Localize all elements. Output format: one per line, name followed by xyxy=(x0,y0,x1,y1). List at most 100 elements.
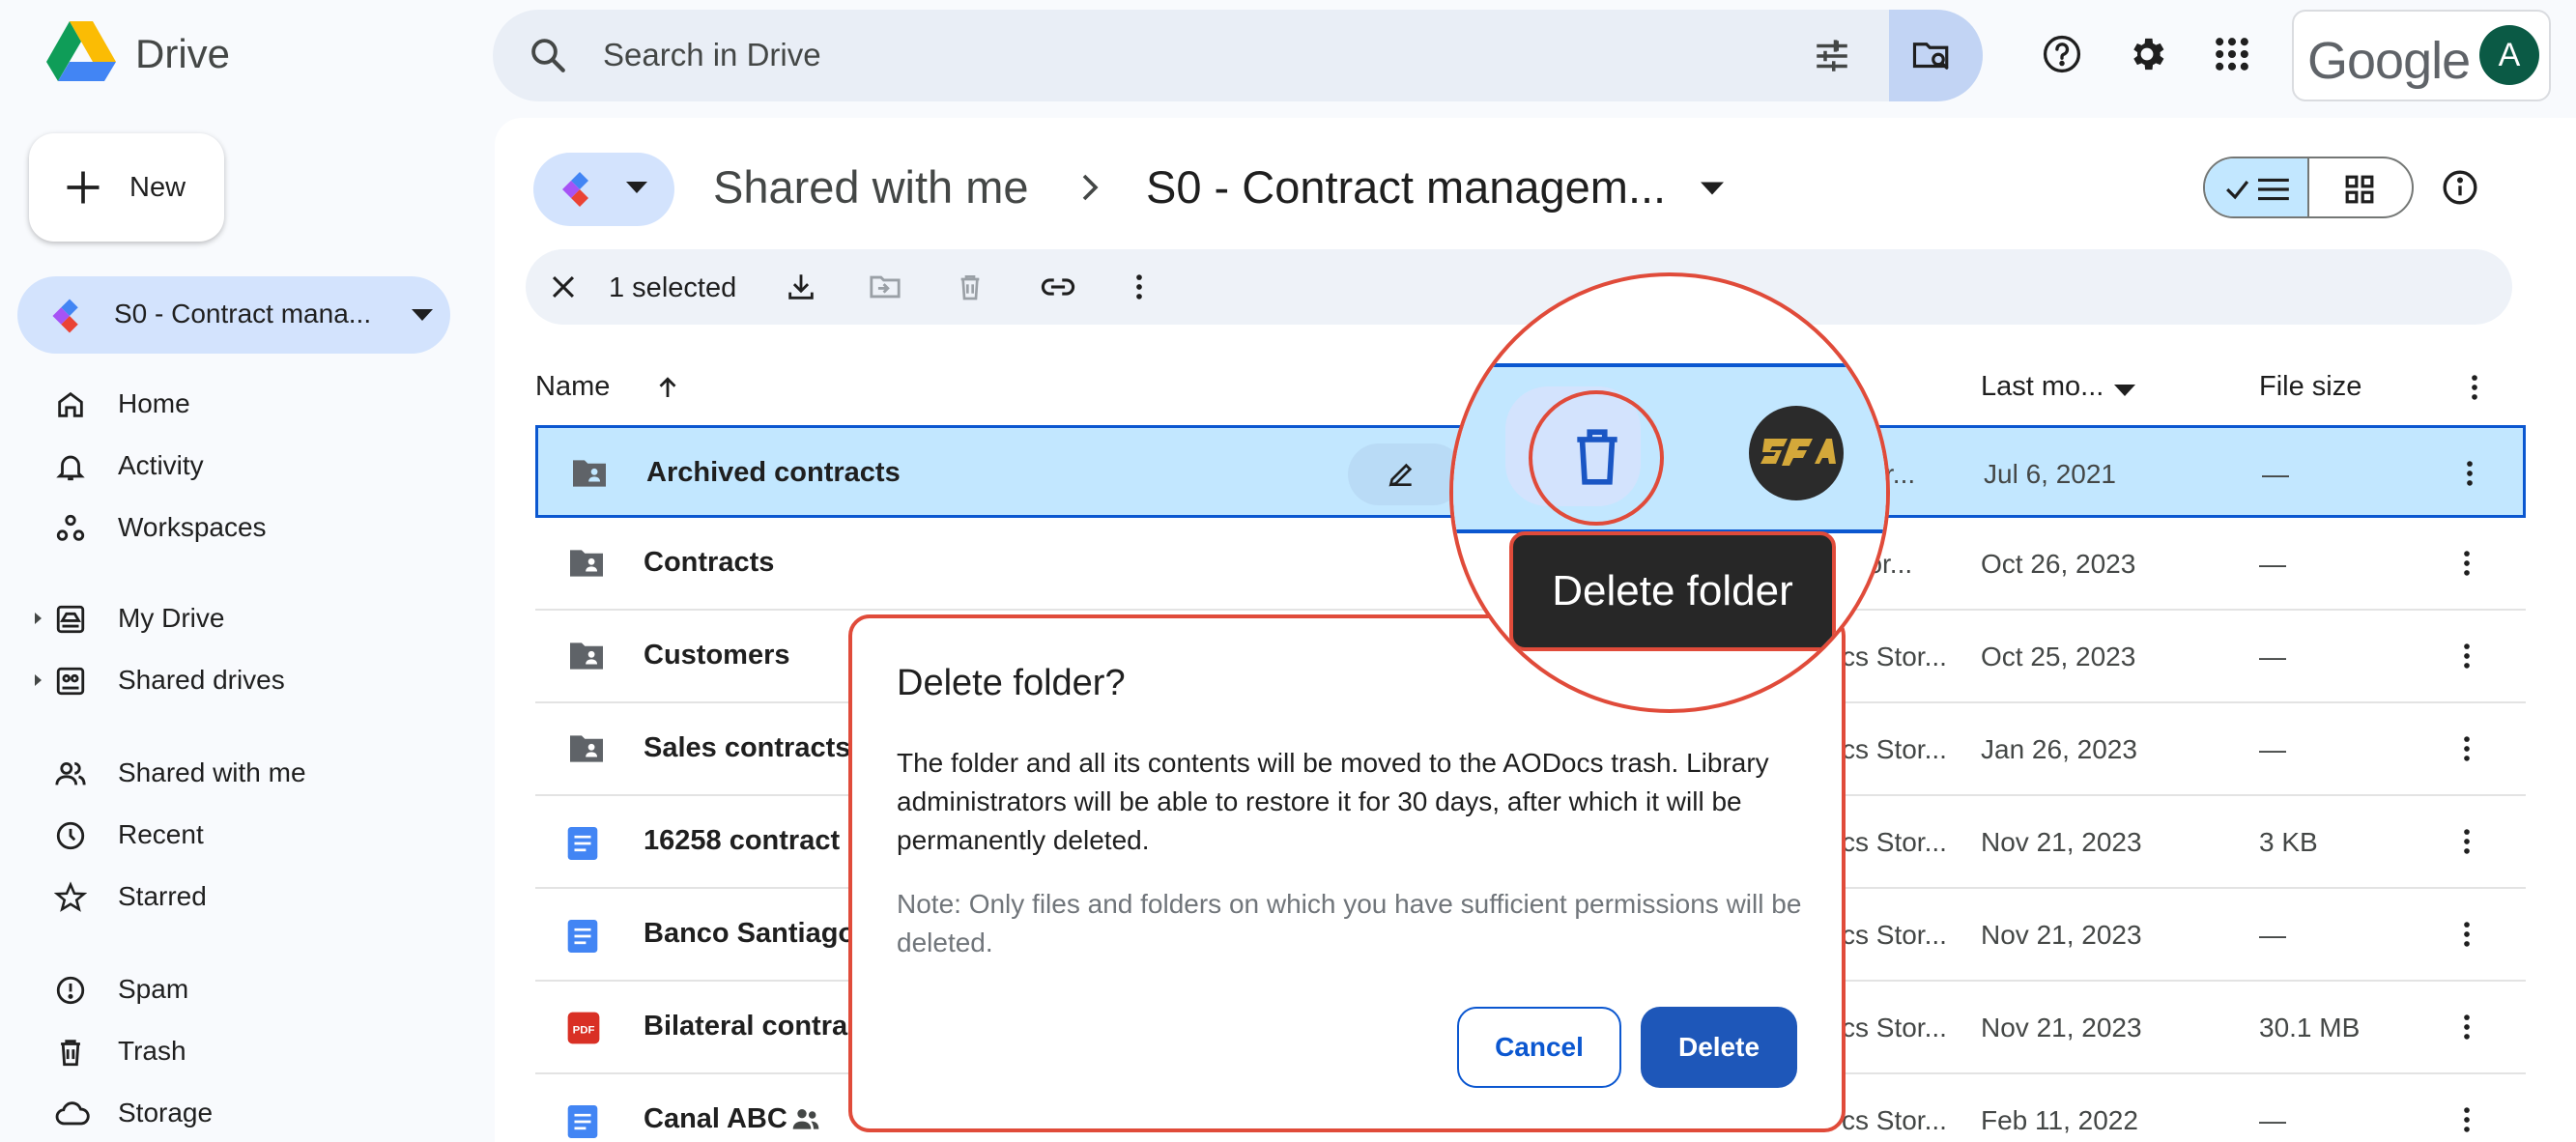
move-to-folder-icon[interactable] xyxy=(868,271,902,303)
search-options-icon[interactable] xyxy=(1812,36,1852,76)
sidebar-item-activity[interactable]: Activity xyxy=(0,435,454,497)
more-vert-icon[interactable] xyxy=(1123,271,1156,303)
apps-grid-icon[interactable] xyxy=(2211,33,2253,75)
column-header-last-modified[interactable]: Last mo... xyxy=(1981,371,2104,403)
gear-icon[interactable] xyxy=(2126,33,2168,75)
sidebar-item-label: Shared drives xyxy=(118,665,285,695)
google-doc-icon xyxy=(567,827,598,860)
modified-date: Oct 26, 2023 xyxy=(1981,549,2136,579)
selection-count: 1 selected xyxy=(609,272,737,303)
library-switcher-button[interactable] xyxy=(533,153,674,226)
sidebar-item-label: Recent xyxy=(118,819,204,849)
link-icon[interactable] xyxy=(1040,271,1076,303)
sidebar-library-selector[interactable]: S0 - Contract mana... xyxy=(17,276,450,354)
file-size: — xyxy=(2259,642,2286,671)
modified-date: Nov 21, 2023 xyxy=(1981,920,2142,950)
chevron-down-icon[interactable] xyxy=(1701,182,1724,195)
cancel-button[interactable]: Cancel xyxy=(1457,1007,1621,1088)
workspaces-icon xyxy=(56,514,85,541)
pdf-icon: PDF xyxy=(567,1012,600,1044)
help-icon[interactable] xyxy=(2041,33,2083,75)
file-size: — xyxy=(2259,1105,2286,1135)
sort-arrow-up-icon[interactable] xyxy=(653,373,682,402)
sidebar-item-label: Trash xyxy=(118,1036,186,1066)
sidebar-item-workspaces[interactable]: Workspaces xyxy=(0,497,454,558)
file-name: 16258 contract xyxy=(644,825,841,856)
info-icon[interactable] xyxy=(2441,168,2479,207)
sidebar-item-home[interactable]: Home xyxy=(0,373,454,435)
more-vert-icon[interactable] xyxy=(2450,547,2483,580)
owner: cs Stor... xyxy=(1842,734,1947,764)
sidebar-item-label: My Drive xyxy=(118,603,225,633)
zoomed-trash-button[interactable] xyxy=(1529,390,1664,526)
more-vert-icon[interactable] xyxy=(2450,732,2483,765)
close-icon[interactable] xyxy=(547,271,580,303)
account-switcher[interactable]: Google A xyxy=(2292,10,2551,101)
modified-date: Nov 21, 2023 xyxy=(1981,827,2142,857)
more-vert-icon[interactable] xyxy=(2450,825,2483,858)
modified-date: Jan 26, 2023 xyxy=(1981,734,2137,764)
dialog-message: The folder and all its contents will be … xyxy=(897,748,1769,855)
app-name: Drive xyxy=(135,31,231,76)
file-size: — xyxy=(2259,549,2286,579)
more-vert-icon[interactable] xyxy=(2450,640,2483,672)
sidebar-item-my-drive[interactable]: My Drive xyxy=(0,587,454,649)
shared-drives-icon xyxy=(56,667,85,696)
download-icon[interactable] xyxy=(785,271,817,303)
modified-date: Jul 6, 2021 xyxy=(1984,459,2116,489)
expand-arrow-icon[interactable] xyxy=(35,613,42,624)
delete-button[interactable]: Delete xyxy=(1641,1007,1797,1088)
search-icon[interactable] xyxy=(528,35,568,75)
sidebar-item-label: Starred xyxy=(118,881,207,911)
view-toggle[interactable] xyxy=(2203,157,2414,218)
owner: cs Stor... xyxy=(1842,1105,1947,1135)
shared-folder-icon xyxy=(573,460,606,487)
spam-icon xyxy=(56,976,85,1005)
trash-icon xyxy=(61,1040,80,1067)
owner: cs Stor... xyxy=(1842,642,1947,671)
more-vert-icon[interactable] xyxy=(2458,371,2491,404)
sidebar-item-trash[interactable]: Trash xyxy=(0,1020,454,1082)
file-size: — xyxy=(2259,734,2286,764)
pencil-icon xyxy=(1388,463,1413,487)
more-vert-icon[interactable] xyxy=(2450,1011,2483,1043)
avatar[interactable]: A xyxy=(2479,25,2539,85)
breadcrumb-parent[interactable]: Shared with me xyxy=(713,160,1029,214)
more-vert-icon[interactable] xyxy=(2450,918,2483,951)
drive-logo-icon[interactable] xyxy=(46,21,116,85)
google-doc-icon xyxy=(567,1105,598,1138)
chevron-down-icon[interactable] xyxy=(2114,385,2135,396)
sidebar-item-recent[interactable]: Recent xyxy=(0,804,454,866)
more-vert-icon[interactable] xyxy=(2453,457,2486,490)
file-name: Archived contracts xyxy=(646,457,901,488)
sidebar-item-label: Activity xyxy=(118,450,204,480)
new-button[interactable]: New xyxy=(29,133,224,242)
rename-button[interactable] xyxy=(1348,443,1464,505)
expand-arrow-icon[interactable] xyxy=(35,674,42,686)
clock-icon xyxy=(56,821,85,850)
sidebar-item-shared-drives[interactable]: Shared drives xyxy=(0,649,454,711)
sidebar-item-shared-with-me[interactable]: Shared with me xyxy=(0,742,454,804)
file-size: 30.1 MB xyxy=(2259,1013,2361,1042)
list-view-button[interactable] xyxy=(2205,158,2309,216)
check-list-icon xyxy=(2226,178,2289,201)
sidebar-item-label: Storage xyxy=(118,1098,214,1128)
file-size: — xyxy=(2262,459,2289,489)
breadcrumb-current[interactable]: S0 - Contract managem... xyxy=(1146,160,1666,214)
grid-view-button[interactable] xyxy=(2309,158,2412,216)
trash-icon[interactable] xyxy=(955,271,986,303)
column-header-file-size[interactable]: File size xyxy=(2259,371,2361,403)
sidebar-item-label: Workspaces xyxy=(118,512,267,542)
modified-date: Oct 25, 2023 xyxy=(1981,642,2136,671)
search-in-folder-button[interactable] xyxy=(1889,10,1983,101)
plus-icon xyxy=(67,171,100,204)
more-vert-icon[interactable] xyxy=(2450,1103,2483,1136)
search-input[interactable]: Search in Drive xyxy=(603,37,821,73)
sidebar-item-spam[interactable]: Spam xyxy=(0,958,454,1020)
sidebar-item-storage[interactable]: Storage xyxy=(0,1082,454,1142)
sidebar-item-label: Spam xyxy=(118,974,189,1004)
search-bar[interactable]: Search in Drive xyxy=(493,10,1983,101)
sidebar-item-starred[interactable]: Starred xyxy=(0,866,454,928)
column-header-name[interactable]: Name xyxy=(535,371,610,403)
chevron-right-icon xyxy=(1078,172,1102,203)
